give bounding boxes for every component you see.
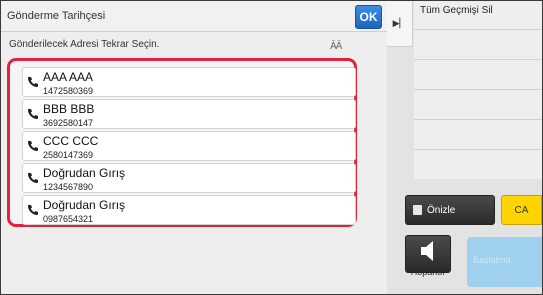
list-item[interactable]: BBB BBB 3692580147 xyxy=(22,99,356,129)
divider xyxy=(414,149,542,150)
history-panel: Tüm Geçmişi Sil xyxy=(414,1,542,179)
contact-number: 3692580147 xyxy=(43,118,94,128)
clear-history-button[interactable]: Tüm Geçmişi Sil xyxy=(420,5,493,16)
page-title: Gönderme Tarihçesi xyxy=(7,10,106,22)
contact-number: 2580147369 xyxy=(43,150,94,160)
contact-number: 0987654321 xyxy=(43,214,94,224)
right-panel: ▶▏ Tüm Geçmişi Sil Önizle CA Hoparlör Ba… xyxy=(387,1,542,294)
left-panel: Gönderme Tarihçesi OK Gönderilecek Adres… xyxy=(1,1,387,294)
list-item[interactable]: Doğrudan Gırış 0987654321 xyxy=(22,195,356,225)
divider xyxy=(414,89,542,90)
divider xyxy=(414,29,542,30)
divider xyxy=(414,59,542,60)
start-button[interactable]: Başlatma xyxy=(467,237,542,287)
panel-toggle-arrow-icon[interactable]: ▶▏ xyxy=(387,1,413,47)
contact-name: Doğrudan Gırış xyxy=(43,166,126,180)
text-size-icon[interactable]: ĀĀ xyxy=(330,41,342,52)
phone-icon xyxy=(28,205,38,215)
contact-number: 1234567890 xyxy=(43,182,94,192)
list-item[interactable]: Doğrudan Gırış 1234567890 xyxy=(22,163,356,193)
phone-icon xyxy=(28,77,38,87)
phone-icon xyxy=(28,141,38,151)
screen-frame: Gönderme Tarihçesi OK Gönderilecek Adres… xyxy=(0,0,543,295)
speaker-label: Hoparlör xyxy=(410,267,446,277)
phone-icon xyxy=(28,109,38,119)
ok-button[interactable]: OK xyxy=(355,5,382,29)
phone-icon xyxy=(28,173,38,183)
contact-name: Doğrudan Gırış xyxy=(43,198,126,212)
list-item[interactable]: CCC CCC 2580147369 xyxy=(22,131,356,161)
preview-icon xyxy=(413,205,422,215)
contact-number: 1472580369 xyxy=(43,86,94,96)
contact-name: BBB BBB xyxy=(43,102,95,116)
contact-name: AAA AAA xyxy=(43,70,94,84)
ca-button[interactable]: CA xyxy=(501,195,542,225)
title-bar: Gönderme Tarihçesi OK xyxy=(1,1,387,32)
preview-label: Önizle xyxy=(427,205,456,216)
speaker-icon xyxy=(421,241,433,261)
preview-button[interactable]: Önizle xyxy=(405,195,495,225)
address-list: AAA AAA 1472580369 BBB BBB 3692580147 CC… xyxy=(7,58,357,227)
start-label: Başlatma xyxy=(473,255,511,265)
contact-name: CCC CCC xyxy=(43,134,99,148)
instruction-text: Gönderilecek Adresi Tekrar Seçin. xyxy=(9,39,160,50)
list-item[interactable]: AAA AAA 1472580369 xyxy=(22,67,356,97)
divider xyxy=(414,119,542,120)
